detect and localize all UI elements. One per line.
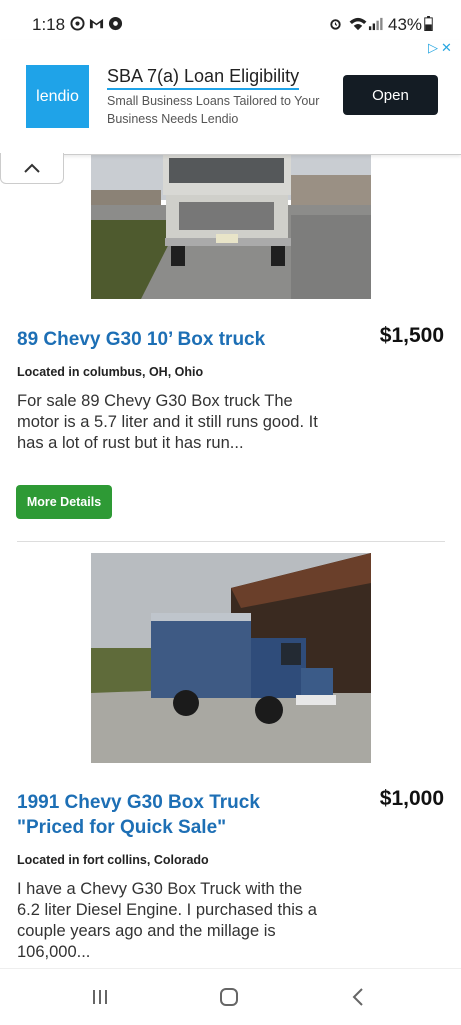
adchoices-icon[interactable]: ▷ xyxy=(428,40,441,55)
box-truck-photo xyxy=(91,553,371,763)
ad-banner[interactable]: ▷✕ lendio SBA 7(a) Loan Eligibility Smal… xyxy=(0,40,461,155)
wifi-icon xyxy=(349,17,367,31)
status-time: 1:18 xyxy=(32,15,66,34)
back-button[interactable] xyxy=(343,983,373,1011)
listing-description: I have a Chevy G30 Box Truck with the 6.… xyxy=(17,880,317,961)
more-details-button[interactable]: More Details xyxy=(16,485,112,519)
listing-price: $1,500 xyxy=(379,324,444,347)
collapse-ad-button[interactable] xyxy=(0,153,64,184)
listing-title[interactable]: 1991 Chevy G30 Box Truck "Priced for Qui… xyxy=(17,790,317,840)
listing-location: Located in columbus, OH, Ohio xyxy=(17,365,204,379)
gmail-icon xyxy=(89,18,104,29)
navigation-bar xyxy=(0,968,461,1025)
home-icon xyxy=(220,988,238,1006)
recents-icon xyxy=(93,990,107,1004)
listing-photo[interactable] xyxy=(91,553,371,763)
listing-divider xyxy=(17,541,445,542)
close-icon[interactable]: ✕ xyxy=(441,40,455,55)
adchoices-area[interactable]: ▷✕ xyxy=(428,40,455,56)
listing-description: For sale 89 Chevy G30 Box truck The moto… xyxy=(17,392,318,452)
alarm-icon xyxy=(330,19,341,30)
battery-percent: 43% xyxy=(388,15,423,34)
back-icon xyxy=(352,988,363,1006)
home-button[interactable] xyxy=(214,983,244,1011)
chevron-up-icon xyxy=(24,163,40,173)
ad-logo[interactable]: lendio xyxy=(26,65,89,128)
van-photo xyxy=(91,150,371,299)
listing-photo[interactable] xyxy=(91,150,371,299)
recents-button[interactable] xyxy=(85,983,115,1011)
battery-icon xyxy=(424,16,433,31)
listing-price: $1,000 xyxy=(379,787,444,810)
listing-location: Located in fort collins, Colorado xyxy=(17,853,209,867)
sync-icon xyxy=(70,16,85,31)
aperture-icon xyxy=(108,16,123,31)
ad-open-button[interactable]: Open xyxy=(343,75,438,115)
status-bar: 1:18 43% xyxy=(0,0,461,40)
listing-title[interactable]: 89 Chevy G30 10’ Box truck xyxy=(17,327,317,352)
ad-title[interactable]: SBA 7(a) Loan Eligibility xyxy=(107,66,300,90)
ad-description: Small Business Loans Tailored to Your Bu… xyxy=(107,94,320,126)
signal-icon xyxy=(368,17,383,31)
